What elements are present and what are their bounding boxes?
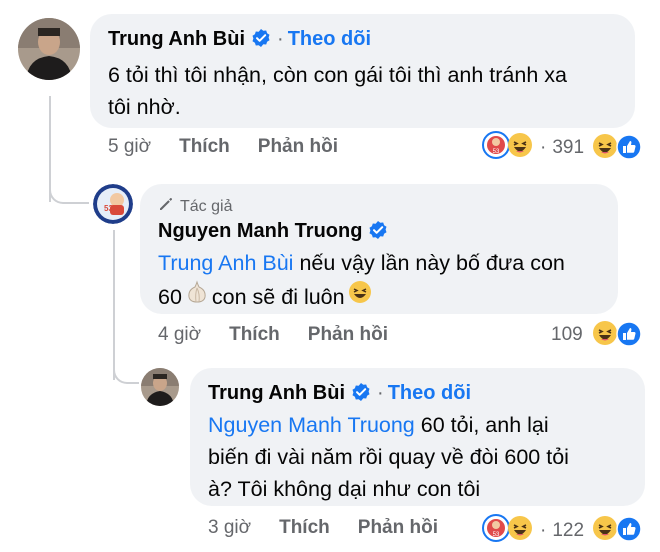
like-icon[interactable]	[616, 134, 642, 165]
pencil-icon	[158, 196, 174, 217]
comment-actions: 4 giờ Thích Phản hồi	[158, 324, 388, 346]
reaction-summary[interactable]: 109	[551, 324, 583, 346]
thread-line-curve-2	[113, 370, 139, 384]
mention-link[interactable]: Trung Anh Bùi	[158, 251, 293, 275]
reaction-separator: ·	[540, 137, 547, 158]
thread-line-main	[49, 96, 51, 202]
garlic-emoji-icon	[184, 279, 210, 314]
reaction-count: 109	[551, 324, 583, 345]
reaction-count: 122	[552, 520, 585, 541]
author-name[interactable]: Trung Anh Bùi	[208, 382, 345, 404]
author-name[interactable]: Trung Anh Bùi	[108, 28, 245, 50]
verified-badge-icon	[251, 28, 271, 53]
like-icon[interactable]	[616, 321, 642, 352]
comment-text-cont: biến đi vài năm rồi quay về đòi 600 tỏi	[208, 445, 569, 469]
like-button[interactable]: Thích	[279, 517, 330, 539]
haha-emoji-icon[interactable]	[591, 132, 619, 165]
laughing-emoji-icon	[347, 279, 373, 314]
comment-text: nếu vậy lần này bố đưa con	[293, 251, 565, 275]
separator-dot: ·	[377, 382, 384, 404]
like-button[interactable]: Thích	[179, 136, 230, 158]
reaction-summary[interactable]: 53 · 122	[482, 514, 584, 548]
svg-text:53: 53	[493, 532, 500, 538]
author-badge: Tác giả	[180, 197, 233, 215]
comment-actions: 3 giờ Thích Phản hồi	[208, 517, 438, 539]
author-name[interactable]: Nguyen Manh Truong	[158, 220, 362, 242]
comment-text-cont: con sẽ đi luôn	[211, 284, 345, 309]
reply-button[interactable]: Phản hồi	[358, 517, 438, 539]
like-icon[interactable]	[616, 516, 642, 547]
thread-line-reply	[113, 230, 115, 380]
verified-badge-icon	[351, 382, 371, 407]
reaction-separator: ·	[540, 520, 547, 541]
comment-text-cont: tôi nhờ.	[108, 95, 181, 119]
comment-text-cont: à? Tôi không dại như con tôi	[208, 477, 481, 501]
comment-bubble: Tác giả Nguyen Manh Truong Trung Anh Bùi…	[140, 184, 618, 314]
haha-emoji-icon	[506, 131, 534, 165]
comment-text: 6 tỏi thì tôi nhận, còn con gái tôi thì …	[108, 63, 567, 87]
avatar[interactable]	[18, 18, 80, 80]
reaction-count: 391	[552, 137, 585, 158]
svg-text:53: 53	[104, 204, 113, 213]
timestamp[interactable]: 3 giờ	[208, 517, 251, 539]
comment-text: 60 tỏi, anh lại	[414, 413, 549, 437]
separator-dot: ·	[277, 28, 284, 50]
comment-bubble: Trung Anh Bùi · Theo dõi 6 tỏi thì tôi nhậ…	[90, 14, 635, 128]
comment-actions: 5 giờ Thích Phản hồi	[108, 136, 338, 158]
reply-button[interactable]: Phản hồi	[308, 324, 388, 346]
svg-text:53: 53	[493, 149, 500, 155]
timestamp[interactable]: 5 giờ	[108, 136, 151, 158]
verified-badge-icon	[368, 220, 388, 245]
thread-line-curve-1	[49, 190, 89, 204]
timestamp[interactable]: 4 giờ	[158, 324, 201, 346]
follow-button[interactable]: Theo dõi	[288, 28, 371, 50]
avatar[interactable]: 53	[93, 184, 133, 224]
mention-link[interactable]: Nguyen Manh Truong	[208, 413, 415, 437]
haha-emoji-icon	[506, 514, 534, 548]
haha-emoji-icon[interactable]	[591, 514, 619, 547]
comment-text-cont: 60	[158, 284, 182, 309]
haha-emoji-icon[interactable]	[591, 319, 619, 352]
comment-bubble: Trung Anh Bùi · Theo dõi Nguyen Manh Truon…	[190, 368, 645, 506]
avatar[interactable]	[141, 368, 179, 406]
like-button[interactable]: Thích	[229, 324, 280, 346]
reaction-summary[interactable]: 53 · 391	[482, 131, 584, 165]
follow-button[interactable]: Theo dõi	[388, 382, 471, 404]
reply-button[interactable]: Phản hồi	[258, 136, 338, 158]
